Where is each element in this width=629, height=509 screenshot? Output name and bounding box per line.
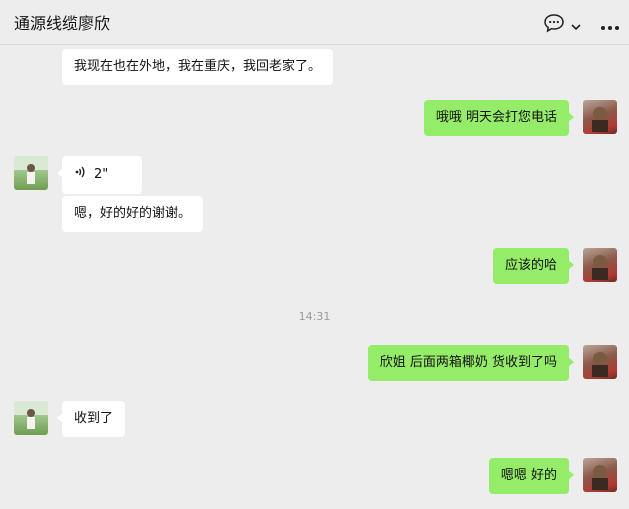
message-text: 嗯嗯 好的 (500, 468, 557, 483)
message-bubble-incoming[interactable]: 嗯，好的好的谢谢。 (62, 196, 204, 232)
message-text: 欣姐 后面两箱椰奶 货收到了吗 (379, 355, 557, 370)
chat-title: 通源线缆廖欣 (14, 14, 111, 33)
voice-message-bubble[interactable]: 2" (57, 156, 142, 194)
more-dots-icon (600, 16, 620, 35)
message-bubble-incoming[interactable]: 我现在也在外地，我在重庆，我回老家了。 (62, 49, 334, 85)
message-text: 嗯，好的好的谢谢。 (74, 206, 192, 221)
message-bubble-outgoing[interactable]: 欣姐 后面两箱椰奶 货收到了吗 (367, 345, 575, 381)
chat-header: 通源线缆廖欣 (0, 0, 629, 45)
my-avatar[interactable] (583, 100, 617, 134)
voice-wave-icon (74, 165, 88, 185)
message-bubble-outgoing[interactable]: 嗯嗯 好的 (488, 458, 575, 494)
message-text: 收到了 (74, 411, 114, 426)
chat-info-button[interactable] (543, 14, 583, 36)
message-bubble-incoming[interactable]: 收到了 (56, 401, 126, 437)
message-bubble-outgoing[interactable]: 哦哦 明天会打您电话 (423, 100, 575, 136)
voice-duration: 2" (94, 167, 109, 182)
message-timestamp: 14:31 (298, 310, 331, 323)
my-avatar[interactable] (583, 458, 617, 492)
message-text: 哦哦 明天会打您电话 (435, 110, 557, 125)
contact-avatar[interactable] (14, 401, 48, 435)
chevron-down-icon (571, 16, 581, 35)
contact-avatar[interactable] (14, 156, 48, 190)
message-bubble-outgoing[interactable]: 应该的哈 (492, 248, 575, 284)
chat-bubble-icon (543, 13, 565, 37)
more-options-button[interactable] (600, 16, 620, 34)
my-avatar[interactable] (583, 248, 617, 282)
my-avatar[interactable] (583, 345, 617, 379)
message-text: 我现在也在外地，我在重庆，我回老家了。 (74, 59, 322, 74)
message-text: 应该的哈 (504, 258, 557, 273)
